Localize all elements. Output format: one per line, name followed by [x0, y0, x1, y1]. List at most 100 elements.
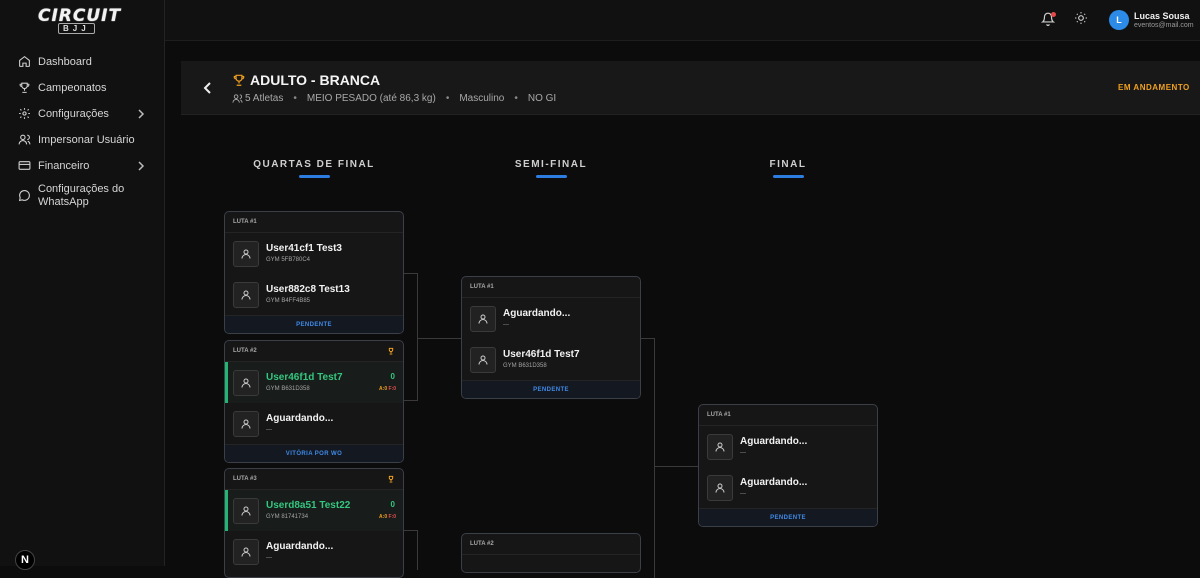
sidebar-item-dashboard[interactable]: Dashboard: [0, 49, 165, 75]
competitor-slot[interactable]: User41cf1 Test3 GYM 5FB780C4: [225, 233, 403, 274]
gear-icon: [18, 107, 32, 121]
circuit-bjj-logo[interactable]: CIRCUIT BJJ: [38, 6, 128, 34]
competitor-gym: GYM B631D358: [266, 386, 310, 392]
match-card-quarter-3[interactable]: LUTA #3 Userd8a51 Test22 GYM 81741734 0 …: [224, 468, 404, 578]
match-card-final[interactable]: LUTA #1 Aguardando... --- Aguardando... …: [698, 404, 878, 527]
competitor-gym: ---: [266, 427, 272, 433]
competitor-name: Aguardando...: [266, 541, 334, 552]
competitor-score: 0: [390, 372, 395, 381]
bracket-connector: [655, 466, 699, 467]
competitor-slot[interactable]: Aguardando... ---: [699, 467, 877, 508]
fouls: F:0: [388, 514, 397, 520]
advantages-fouls: A:0 F:0: [379, 386, 396, 392]
match-card-semi-1[interactable]: LUTA #1 Aguardando... --- User46f1d Test…: [461, 276, 641, 399]
chevron-right-icon: [137, 161, 145, 171]
logo-subtext: BJJ: [58, 23, 95, 34]
match-label: LUTA #2: [233, 348, 257, 354]
match-card-quarter-1[interactable]: LUTA #1 User41cf1 Test3 GYM 5FB780C4 Use…: [224, 211, 404, 334]
avatar[interactable]: L: [1109, 10, 1129, 30]
competitor-gym: ---: [740, 491, 746, 497]
competitor-slot[interactable]: User882c8 Test13 GYM B4FF4B85: [225, 274, 403, 315]
card-icon: [18, 159, 32, 173]
competitor-slot[interactable]: Aguardando... ---: [462, 298, 640, 339]
competitor-name: User46f1d Test7: [503, 349, 580, 360]
competitor-gym: ---: [503, 322, 509, 328]
competitor-name: User882c8 Test13: [266, 284, 350, 295]
bracket-connector: [418, 338, 462, 339]
user-name[interactable]: Lucas Sousa: [1134, 11, 1190, 21]
sidebar-item-label: Campeonatos: [38, 82, 107, 94]
sidebar-item-label: Financeiro: [38, 160, 90, 172]
sidebar-item-label: Configurações do WhatsApp: [38, 183, 125, 208]
weight-class: MEIO PESADO (até 86,3 kg): [306, 93, 436, 104]
match-label: LUTA #1: [225, 212, 403, 233]
sidebar-item-campeonatos[interactable]: Campeonatos: [0, 75, 165, 101]
trophy-icon: [387, 475, 395, 483]
match-status: PENDENTE: [225, 315, 403, 333]
sidebar-item-impersonar[interactable]: Impersonar Usuário: [0, 127, 165, 153]
advantages-fouls: A:0 F:0: [379, 514, 396, 520]
separator-dot: •: [514, 93, 518, 104]
match-label: LUTA #1: [462, 277, 640, 298]
competitor-slot-winner[interactable]: Userd8a51 Test22 GYM 81741734 0 A:0 F:0: [225, 490, 403, 531]
sidebar-item-label: Dashboard: [38, 56, 92, 68]
person-icon: [233, 370, 259, 396]
competitor-gym: GYM 81741734: [266, 514, 309, 520]
sidebar-item-label: Configurações: [38, 108, 109, 120]
modality: NO GI: [527, 93, 557, 104]
back-arrow-icon[interactable]: [203, 81, 213, 95]
match-status: VITÓRIA POR WO: [225, 444, 403, 462]
match-status: PENDENTE: [462, 380, 640, 398]
sidebar-nav: Dashboard Campeonatos Configurações Impe…: [0, 49, 165, 219]
match-header: LUTA #3: [225, 469, 403, 490]
category-meta: 5 Atletas • MEIO PESADO (até 86,3 kg) • …: [232, 93, 556, 104]
competitor-gym: ---: [266, 555, 272, 561]
home-icon: [18, 55, 32, 69]
status-badge: EM ANDAMENTO: [1118, 83, 1190, 92]
separator-dot: •: [293, 93, 297, 104]
user-email: eventos@mail.com: [1134, 22, 1194, 29]
person-icon: [707, 434, 733, 460]
competitor-slot[interactable]: Aguardando... ---: [225, 403, 403, 444]
bracket-connector: [641, 338, 655, 578]
competitor-name: Aguardando...: [740, 436, 808, 447]
trophy-icon: [18, 81, 32, 95]
round-underline: [772, 175, 804, 178]
gender: Masculino: [459, 93, 505, 104]
users-icon: [232, 93, 243, 104]
sidebar: CIRCUIT BJJ Dashboard Campeonatos Config…: [0, 0, 165, 570]
page-title: ADULTO - BRANCA: [250, 72, 381, 88]
bracket-connector: [404, 273, 418, 401]
competitor-slot-winner[interactable]: User46f1d Test7 GYM B631D358 0 A:0 F:0: [225, 362, 403, 403]
category-header: ADULTO - BRANCA 5 Atletas • MEIO PESADO …: [181, 61, 1200, 115]
advantages: A:0: [379, 514, 388, 520]
round-title-semi: SEMI-FINAL: [501, 159, 601, 178]
athletes-count: 5 Atletas: [245, 93, 284, 104]
person-icon: [233, 241, 259, 267]
competitor-slot[interactable]: Aguardando... ---: [699, 426, 877, 467]
framework-badge[interactable]: N: [15, 550, 35, 570]
topbar: L Lucas Sousa eventos@mail.com: [165, 0, 1200, 41]
competitor-name: Aguardando...: [503, 308, 571, 319]
person-icon: [233, 282, 259, 308]
sun-icon[interactable]: [1074, 11, 1090, 27]
bracket-connector: [404, 530, 418, 570]
trophy-icon: [232, 73, 246, 87]
person-icon: [233, 539, 259, 565]
competitor-score: 0: [390, 500, 395, 509]
sidebar-item-whatsapp[interactable]: Configurações do WhatsApp: [0, 179, 165, 219]
person-icon: [707, 475, 733, 501]
match-label: LUTA #3: [233, 476, 257, 482]
match-card-semi-2[interactable]: LUTA #2: [461, 533, 641, 573]
advantages: A:0: [379, 386, 388, 392]
competitor-gym: GYM B631D358: [503, 363, 547, 369]
match-card-quarter-2[interactable]: LUTA #2 User46f1d Test7 GYM B631D358 0 A…: [224, 340, 404, 463]
match-status: PENDENTE: [699, 508, 877, 526]
competitor-name: Userd8a51 Test22: [266, 500, 351, 511]
chevron-right-icon: [137, 109, 145, 119]
competitor-gym: ---: [740, 450, 746, 456]
competitor-slot[interactable]: User46f1d Test7 GYM B631D358: [462, 339, 640, 380]
sidebar-item-configuracoes[interactable]: Configurações: [0, 101, 165, 127]
competitor-gym: GYM B4FF4B85: [266, 298, 311, 304]
sidebar-item-financeiro[interactable]: Financeiro: [0, 153, 165, 179]
